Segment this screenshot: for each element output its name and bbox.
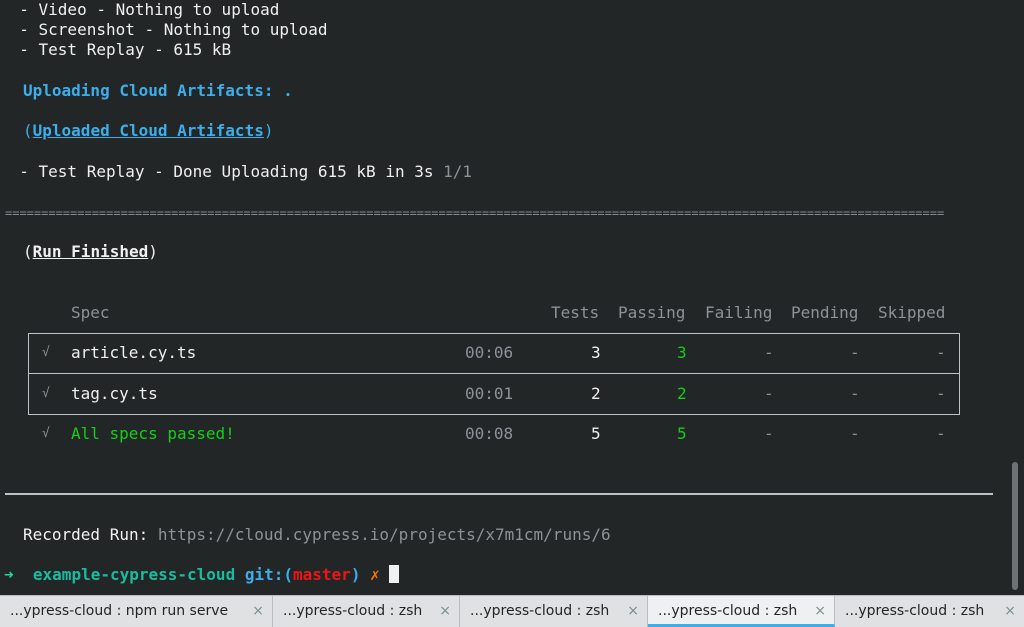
tab-label: ...ypress-cloud : zsh bbox=[283, 603, 423, 619]
recorded-run-link[interactable]: https://cloud.cypress.io/projects/x7m1cm… bbox=[158, 525, 611, 544]
prompt-branch: master bbox=[293, 565, 351, 584]
header-passing: Passing bbox=[618, 303, 686, 322]
results-table-header: Spec Tests Passing Failing Pending Skipp… bbox=[0, 303, 1000, 323]
row-failing: - bbox=[764, 384, 774, 403]
row-time: 00:01 bbox=[465, 384, 514, 403]
row-tests: 3 bbox=[591, 343, 601, 362]
terminal-output[interactable]: - Video - Nothing to upload - Screenshot… bbox=[0, 0, 1010, 595]
header-spec: Spec bbox=[71, 303, 110, 322]
summary-spec: All specs passed! bbox=[71, 424, 235, 443]
check-icon: √ bbox=[42, 426, 50, 441]
row-tests: 2 bbox=[591, 384, 601, 403]
row-failing: - bbox=[764, 343, 774, 362]
row-passing: 2 bbox=[677, 384, 687, 403]
tab-zsh-1[interactable]: ...ypress-cloud : zsh × bbox=[273, 596, 460, 627]
upload-line-replay: - Test Replay - 615 kB bbox=[0, 40, 232, 59]
uploaded-heading: (Uploaded Cloud Artifacts) bbox=[23, 121, 274, 140]
header-tests: Tests bbox=[551, 303, 600, 322]
table-row-divider bbox=[28, 373, 960, 374]
table-row: √ article.cy.ts 00:06 3 3 - - - bbox=[0, 343, 1000, 363]
summary-skipped: - bbox=[936, 424, 946, 443]
table-row: √ tag.cy.ts 00:01 2 2 - - - bbox=[0, 384, 1000, 404]
row-pending: - bbox=[850, 384, 860, 403]
tab-zsh-4[interactable]: ...ypress-cloud : zsh × bbox=[835, 596, 1024, 627]
tab-bar: ...ypress-cloud : npm run serve × ...ypr… bbox=[0, 595, 1024, 627]
uploaded-label: Uploaded Cloud Artifacts bbox=[32, 121, 264, 140]
uploading-label: Uploading Cloud Artifacts: . bbox=[23, 81, 293, 100]
close-icon[interactable]: × bbox=[252, 596, 264, 626]
header-skipped: Skipped bbox=[878, 303, 946, 322]
header-pending: Pending bbox=[791, 303, 859, 322]
row-passing: 3 bbox=[677, 343, 687, 362]
summary-time: 00:08 bbox=[465, 424, 514, 443]
shell-prompt[interactable]: ➜ example-cypress-cloud git:(master) ✗ bbox=[4, 565, 400, 585]
replay-count: 1/1 bbox=[443, 162, 473, 181]
run-finished-label: Run Finished bbox=[32, 242, 149, 261]
row-spec: tag.cy.ts bbox=[71, 384, 158, 403]
close-icon[interactable]: × bbox=[627, 596, 639, 626]
tab-npm-run-serve[interactable]: ...ypress-cloud : npm run serve × bbox=[0, 596, 273, 627]
row-skipped: - bbox=[936, 343, 946, 362]
separator-line: ========================================… bbox=[5, 206, 945, 220]
header-failing: Failing bbox=[705, 303, 773, 322]
check-icon: √ bbox=[42, 345, 50, 360]
run-finished-heading: (Run Finished) bbox=[23, 242, 158, 261]
prompt-git-close: ) bbox=[350, 565, 361, 584]
tab-label: ...ypress-cloud : zsh bbox=[658, 603, 798, 619]
prompt-arrow-icon: ➜ bbox=[4, 565, 14, 584]
tab-label: ...ypress-cloud : zsh bbox=[845, 603, 985, 619]
prompt-directory: example-cypress-cloud bbox=[32, 565, 236, 584]
summary-passing: 5 bbox=[677, 424, 687, 443]
text-cursor bbox=[389, 565, 400, 583]
row-spec: article.cy.ts bbox=[71, 343, 197, 362]
close-icon[interactable]: × bbox=[439, 596, 451, 626]
upload-line-screenshot: - Screenshot - Nothing to upload bbox=[0, 20, 328, 39]
close-icon[interactable]: × bbox=[1004, 596, 1016, 626]
prompt-git-label: git:( bbox=[244, 565, 294, 584]
tab-zsh-2[interactable]: ...ypress-cloud : zsh × bbox=[460, 596, 648, 627]
replay-done-line: - Test Replay - Done Uploading 615 kB in… bbox=[0, 162, 472, 182]
summary-failing: - bbox=[764, 424, 774, 443]
tab-label: ...ypress-cloud : zsh bbox=[470, 603, 610, 619]
close-icon[interactable]: × bbox=[814, 596, 826, 626]
row-pending: - bbox=[850, 343, 860, 362]
summary-row: √ All specs passed! 00:08 5 5 - - - bbox=[0, 424, 1000, 444]
summary-tests: 5 bbox=[591, 424, 601, 443]
tab-zsh-3-active[interactable]: ...ypress-cloud : zsh × bbox=[648, 596, 835, 627]
replay-done-text: - Test Replay - Done Uploading 615 kB in… bbox=[0, 162, 444, 181]
scrollbar-thumb[interactable] bbox=[1012, 462, 1018, 590]
recorded-run-line: Recorded Run: https://cloud.cypress.io/p… bbox=[23, 525, 611, 545]
dirty-icon: ✗ bbox=[370, 565, 380, 584]
recorded-run-label: Recorded Run: bbox=[23, 525, 158, 544]
row-time: 00:06 bbox=[465, 343, 514, 362]
summary-pending: - bbox=[850, 424, 860, 443]
tab-label: ...ypress-cloud : npm run serve bbox=[10, 603, 229, 619]
check-icon: √ bbox=[42, 386, 50, 401]
upload-line-video: - Video - Nothing to upload bbox=[0, 0, 280, 19]
horizontal-rule bbox=[5, 493, 993, 495]
row-skipped: - bbox=[936, 384, 946, 403]
